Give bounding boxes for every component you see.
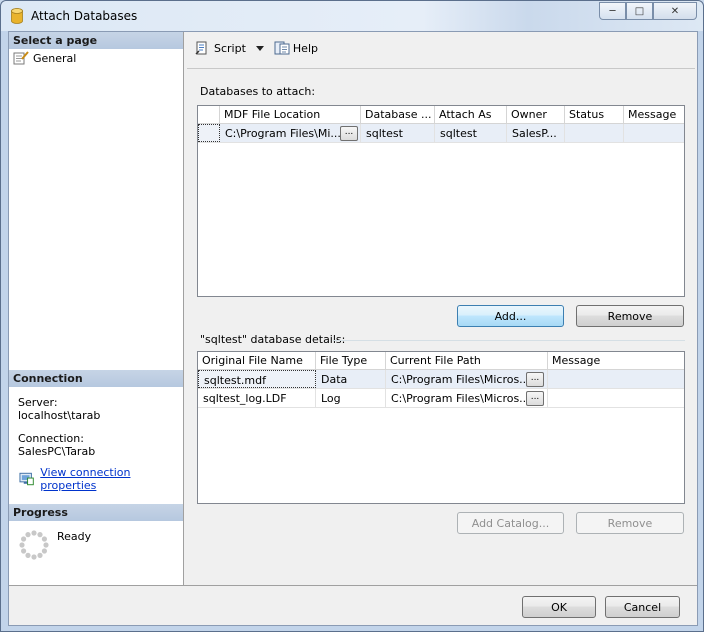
column-header[interactable]: Original File Name [198,352,316,369]
file-path-cell[interactable]: C:\Program Files\Micros... ... [386,370,548,388]
chevron-down-icon [255,45,264,51]
add-catalog-button[interactable]: Add Catalog... [457,512,564,534]
connection-properties-icon [19,472,34,486]
left-pane: Select a page General Connection Server:… [9,32,184,585]
database-icon [11,8,23,24]
progress-header: Progress [9,504,183,521]
column-header[interactable]: Owner [507,106,565,123]
page-general-label: General [33,51,77,65]
attach-databases-window: Attach Databases ─ □ ✕ Select a page Gen… [0,0,704,632]
mdf-location-value: C:\Program Files\Mi... [225,127,341,140]
table-row[interactable]: sqltest_log.LDF Log C:\Program Files\Mic… [198,389,684,408]
view-connection-properties[interactable]: View connection properties [19,466,183,492]
row-selector-header [198,106,220,123]
message-cell [548,370,684,388]
script-label: Script [214,41,246,55]
details-grid-header: Original File Name File Type Current Fil… [198,352,684,370]
databases-to-attach-label: Databases to attach: [200,85,316,98]
script-icon [195,41,207,55]
maximize-icon: □ [634,5,645,17]
select-page-header: Select a page [9,32,183,49]
minimize-button[interactable]: ─ [599,2,626,20]
toolbar: Script Help [193,38,320,58]
remove-file-button[interactable]: Remove [576,512,684,534]
database-name-cell[interactable]: sqltest [361,124,435,142]
owner-cell[interactable]: SalesP... [507,124,565,142]
view-connection-properties-link[interactable]: View connection properties [40,466,183,492]
column-header[interactable]: Database ... [361,106,435,123]
ok-button[interactable]: OK [522,596,596,618]
maximize-button[interactable]: □ [626,2,653,20]
window-title: Attach Databases [31,9,138,23]
attach-as-cell[interactable]: sqltest [435,124,507,142]
file-path-value: C:\Program Files\Micros... [391,373,530,386]
server-value: localhost\tarab [18,409,101,422]
help-button[interactable]: Help [272,38,320,58]
close-button[interactable]: ✕ [653,2,697,20]
database-details-grid[interactable]: Original File Name File Type Current Fil… [197,351,685,504]
column-header[interactable]: Message [624,106,684,123]
general-page: Databases to attach: MDF File Location D… [187,68,695,584]
database-details-label: "sqltest" database details: [200,333,346,346]
server-label: Server: [18,396,58,409]
attach-grid-header: MDF File Location Database ... Attach As… [198,106,684,124]
message-cell [548,389,684,407]
file-name-cell[interactable]: sqltest.mdf [198,370,316,388]
table-row[interactable]: sqltest.mdf Data C:\Program Files\Micros… [198,370,684,389]
message-cell [624,124,684,142]
page-general[interactable]: General [13,51,76,65]
browse-path-button[interactable]: ... [526,372,544,387]
help-label: Help [292,41,318,55]
script-button[interactable]: Script [193,38,248,58]
status-cell [565,124,624,142]
title-bar[interactable]: Attach Databases ─ □ ✕ [1,1,703,31]
databases-to-attach-grid[interactable]: MDF File Location Database ... Attach As… [197,105,685,297]
file-type-cell: Data [316,370,386,388]
mdf-location-cell[interactable]: C:\Program Files\Mi... ... [220,124,361,142]
remove-database-button[interactable]: Remove [576,305,684,327]
details-divider [333,340,685,341]
file-name-cell[interactable]: sqltest_log.LDF [198,389,316,407]
progress-spinner-icon [19,530,49,560]
cancel-button[interactable]: Cancel [605,596,680,618]
connection-label: Connection: [18,432,84,445]
column-header[interactable]: File Type [316,352,386,369]
column-header[interactable]: Message [548,352,684,369]
dialog-client: Select a page General Connection Server:… [8,31,698,626]
column-header[interactable]: Attach As [435,106,507,123]
file-path-cell[interactable]: C:\Program Files\Micros... ... [386,389,548,407]
file-path-value: C:\Program Files\Micros... [391,392,530,405]
minimize-icon: ─ [609,5,616,17]
row-selector[interactable] [198,124,220,142]
column-header[interactable]: Current File Path [386,352,548,369]
column-header[interactable]: Status [565,106,624,123]
script-dropdown[interactable] [254,38,266,58]
connection-header: Connection [9,370,183,387]
column-header[interactable]: MDF File Location [220,106,361,123]
add-button[interactable]: Add... [457,305,564,327]
connection-value: SalesPC\Tarab [18,445,96,458]
dialog-footer: OK Cancel [9,585,697,625]
browse-path-button[interactable]: ... [526,391,544,406]
file-type-cell: Log [316,389,386,407]
close-icon: ✕ [670,5,680,17]
browse-mdf-button[interactable]: ... [340,126,358,141]
help-icon [274,41,290,55]
progress-status: Ready [57,530,92,543]
page-general-icon [13,51,29,65]
table-row[interactable]: C:\Program Files\Mi... ... sqltest sqlte… [198,124,684,143]
